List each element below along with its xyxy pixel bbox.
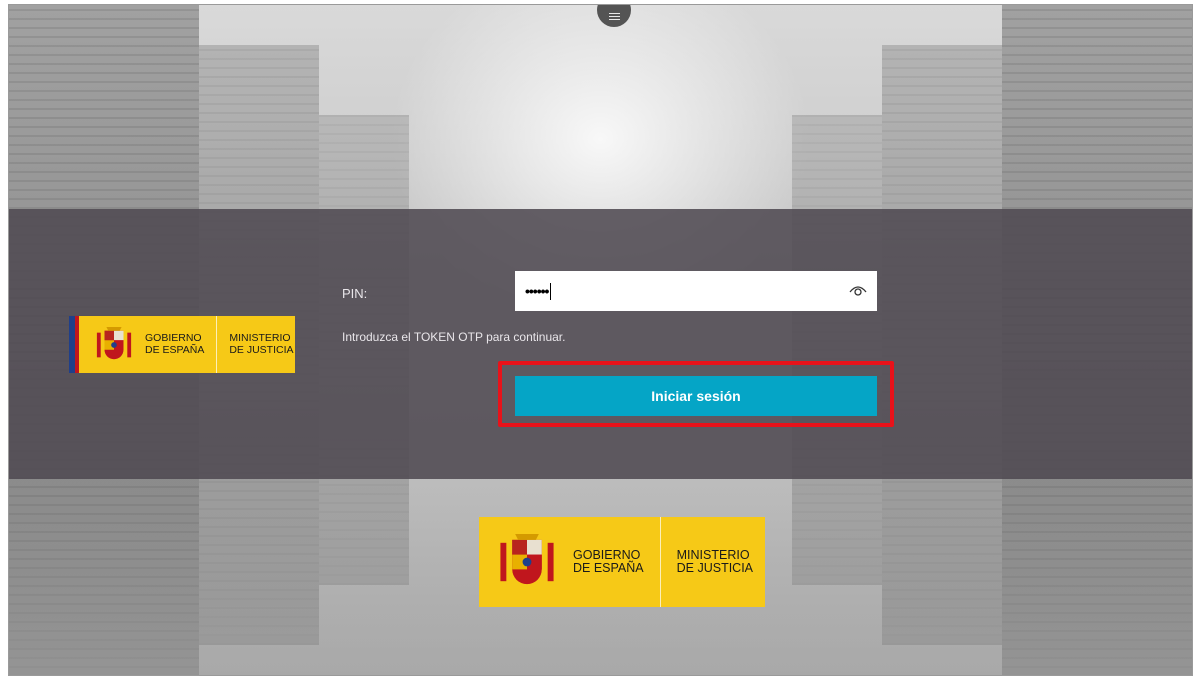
ministerio-justicia-text: MINISTERIO DE JUSTICIA	[676, 547, 754, 575]
ministerio-justicia-text: MINISTERIO DE JUSTICIA	[229, 332, 294, 356]
hamburger-icon	[608, 13, 620, 20]
pin-label: PIN:	[342, 286, 368, 301]
gobierno-espana-text: GOBIERNO DE ESPAÑA	[145, 332, 205, 356]
gobierno-espana-text: GOBIERNO DE ESPAÑA	[573, 547, 644, 575]
login-button[interactable]: Iniciar sesión	[515, 376, 877, 416]
eye-icon[interactable]	[849, 283, 867, 297]
logo-divider	[659, 517, 661, 607]
logo-divider	[216, 316, 218, 373]
coat-of-arms-icon	[96, 326, 132, 359]
login-page: GOBIERNO DE ESPAÑA MINISTERIO DE JUSTICI…	[8, 4, 1193, 676]
otp-hint-text: Introduzca el TOKEN OTP para continuar.	[342, 330, 566, 344]
pin-input-value: ••••••	[525, 283, 549, 299]
coat-of-arms-icon	[500, 533, 554, 585]
text-caret	[550, 282, 552, 300]
ministerio-justicia-logo: GOBIERNO DE ESPAÑA MINISTERIO DE JUSTICI…	[69, 316, 295, 373]
menu-toggle-button[interactable]	[597, 5, 631, 27]
ministerio-justicia-logo-large: GOBIERNO DE ESPAÑA MINISTERIO DE JUSTICI…	[479, 517, 765, 607]
pin-input[interactable]: ••••••	[515, 271, 877, 311]
spain-flag-strip	[69, 316, 79, 373]
